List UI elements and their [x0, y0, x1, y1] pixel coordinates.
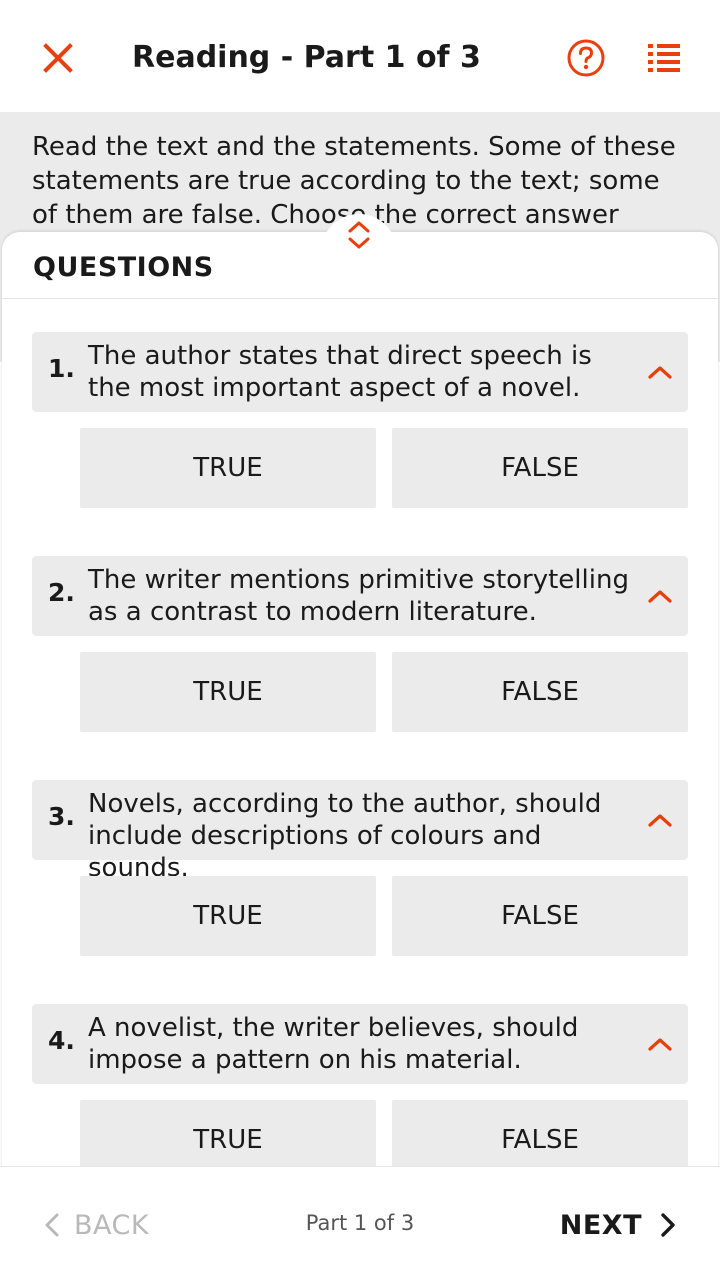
- chevron-up-icon: [646, 582, 674, 610]
- page-title: Reading - Part 1 of 3: [132, 40, 481, 75]
- footer-nav: BACK Part 1 of 3 NEXT: [0, 1166, 720, 1281]
- next-label: NEXT: [559, 1209, 642, 1241]
- question-item: 4. A novelist, the writer believes, shou…: [2, 1004, 718, 1172]
- question-number: 1.: [48, 354, 75, 383]
- question-text: A novelist, the writer believes, should …: [88, 1013, 579, 1075]
- help-button[interactable]: [562, 34, 610, 82]
- chevron-up-icon: [646, 1030, 674, 1058]
- question-text: Novels, according to the author, should …: [88, 789, 602, 883]
- question-number: 2.: [48, 578, 75, 607]
- list-icon: [648, 44, 680, 72]
- questions-sheet: QUESTIONS 1. The author states that dire…: [2, 232, 718, 1172]
- question-text: The author states that direct speech is …: [88, 341, 592, 403]
- true-button[interactable]: TRUE: [80, 428, 376, 508]
- question-item: 1. The author states that direct speech …: [2, 332, 718, 556]
- question-number: 3.: [48, 802, 75, 831]
- question-item: 3. Novels, according to the author, shou…: [2, 780, 718, 1004]
- question-2-header[interactable]: 2. The writer mentions primitive storyte…: [32, 556, 688, 636]
- expand-collapse-icon: [348, 221, 370, 249]
- contents-list-button[interactable]: [640, 34, 688, 82]
- question-number: 4.: [48, 1026, 75, 1055]
- top-bar: Reading - Part 1 of 3: [0, 0, 720, 112]
- questions-title: QUESTIONS: [33, 252, 214, 283]
- question-3-header[interactable]: 3. Novels, according to the author, shou…: [32, 780, 688, 883]
- false-button[interactable]: FALSE: [392, 1100, 688, 1172]
- chevron-up-icon: [646, 806, 674, 834]
- question-1-header[interactable]: 1. The author states that direct speech …: [32, 332, 688, 412]
- question-text: The writer mentions primitive storytelli…: [88, 565, 629, 627]
- true-button[interactable]: TRUE: [80, 1100, 376, 1172]
- next-button[interactable]: NEXT: [560, 1203, 676, 1247]
- chevron-right-icon: [661, 1213, 675, 1237]
- question-4-header[interactable]: 4. A novelist, the writer believes, shou…: [32, 1004, 688, 1084]
- true-button[interactable]: TRUE: [80, 652, 376, 732]
- false-button[interactable]: FALSE: [392, 652, 688, 732]
- question-list: 1. The author states that direct speech …: [2, 332, 718, 1172]
- close-button[interactable]: [36, 36, 80, 80]
- close-icon: [43, 43, 73, 73]
- true-button[interactable]: TRUE: [80, 876, 376, 956]
- false-button[interactable]: FALSE: [392, 428, 688, 508]
- question-item: 2. The writer mentions primitive storyte…: [2, 556, 718, 780]
- chevron-up-icon: [646, 358, 674, 386]
- help-icon: [567, 39, 605, 77]
- false-button[interactable]: FALSE: [392, 876, 688, 956]
